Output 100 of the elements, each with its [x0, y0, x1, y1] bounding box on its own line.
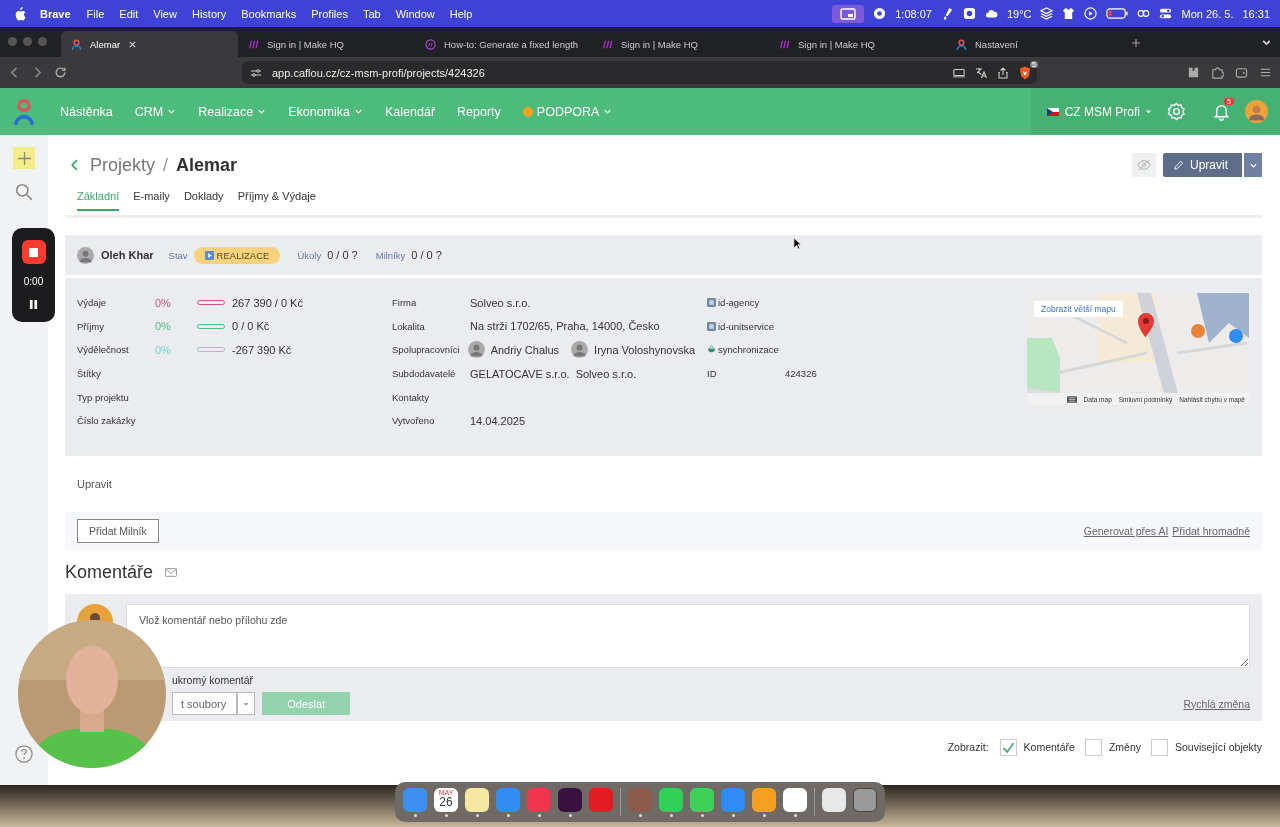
field-value: Solveo s.r.o.: [575, 367, 637, 380]
translate-icon[interactable]: [975, 66, 987, 79]
field-value: GELATOCAVE s.r.o.: [470, 367, 570, 380]
field-value: Solveo s.r.o.: [470, 296, 531, 309]
layers-icon[interactable]: [1040, 7, 1054, 20]
menu-item[interactable]: History: [191, 7, 227, 20]
add-milestone-button[interactable]: Přidat Milník: [77, 519, 159, 543]
tasks-label: Úkoly: [297, 249, 322, 261]
reload-icon[interactable]: [54, 66, 67, 79]
collaborator-name: Iryna Voloshynovska: [594, 344, 695, 356]
checkbox[interactable]: [1151, 738, 1169, 756]
menu-item[interactable]: View: [153, 7, 177, 20]
edit-button[interactable]: Upravit: [1163, 153, 1242, 177]
cast-icon[interactable]: [953, 66, 965, 79]
wallet-icon[interactable]: [1235, 66, 1248, 79]
battery-icon: [1106, 7, 1129, 20]
tab-title: Alemar: [90, 38, 121, 50]
add-button[interactable]: [13, 147, 35, 169]
pause-icon[interactable]: [29, 299, 38, 310]
app-menu[interactable]: Brave: [40, 7, 71, 20]
search-icon[interactable]: [15, 183, 33, 201]
caret-icon: [603, 107, 613, 116]
shield-icon[interactable]: [1019, 65, 1031, 80]
checkbox-label: Komentáře: [1023, 741, 1075, 753]
stop-button[interactable]: [21, 240, 46, 264]
integration-label: synchronizace: [718, 344, 779, 356]
flag-icon: [1046, 107, 1059, 116]
integration-label: id-agency: [718, 297, 760, 309]
menu-item[interactable]: Window: [395, 7, 435, 20]
tasks-count: 0 / 0 ?: [327, 249, 358, 261]
camera-icon[interactable]: [962, 7, 976, 20]
timer-icon[interactable]: [873, 7, 887, 20]
logo-icon: [425, 38, 436, 50]
checkbox[interactable]: [999, 738, 1017, 756]
browser-tab[interactable]: Sign in | Make HQ: [769, 31, 946, 57]
caret-icon: [354, 107, 363, 116]
timer-text: 1:08:07: [895, 7, 932, 20]
larger-map-button[interactable]: Zobrazit větší mapu: [1034, 301, 1123, 317]
menu-item[interactable]: File: [86, 7, 105, 20]
action-link[interactable]: Přidat hromadně: [1172, 525, 1250, 537]
status-badge[interactable]: REALIZACE: [193, 246, 281, 264]
browser-tab[interactable]: Sign in | Make HQ: [238, 31, 415, 57]
close-icon[interactable]: [128, 39, 138, 49]
section-title: Komentáře: [65, 561, 154, 583]
apple-icon[interactable]: [14, 6, 26, 21]
link-icon[interactable]: [1137, 7, 1151, 20]
attach-files-button[interactable]: t soubory: [172, 692, 238, 715]
logo-icon: [779, 38, 790, 50]
amount-value: 267 390 / 0 Kč: [232, 296, 303, 309]
menu-item[interactable]: Help: [449, 7, 473, 20]
site-settings-icon[interactable]: [250, 66, 262, 79]
menu-item[interactable]: Tab: [362, 7, 381, 20]
tab[interactable]: Doklady: [183, 190, 224, 209]
screen-icon[interactable]: [832, 4, 865, 23]
puzzle-icon[interactable]: [1211, 66, 1224, 79]
notification-bell-icon[interactable]: [1212, 102, 1231, 121]
browser-tab[interactable]: Sign in | Make HQ: [592, 31, 769, 57]
new-tab-icon[interactable]: [1131, 38, 1141, 48]
tab[interactable]: Příjmy & Výdaje: [237, 190, 316, 209]
browser-tab[interactable]: Alemar: [61, 31, 238, 57]
field-label: Lokalita: [392, 320, 426, 332]
comment-field[interactable]: Vlož komentář nebo přílohu zde: [126, 604, 1250, 668]
field-label: Číslo zakázky: [77, 415, 137, 427]
browser-tab[interactable]: How-to: Generate a fixed length: [415, 31, 592, 57]
field-label: Příjmy: [77, 320, 105, 332]
field-label: Spolupracovníci: [392, 344, 461, 356]
settings-icon[interactable]: [1167, 102, 1186, 121]
weather-text: 19°C: [1006, 7, 1032, 20]
tab[interactable]: E-maily: [133, 190, 170, 209]
field-label: Štítky: [77, 368, 102, 380]
breadcrumb-link[interactable]: Projekty: [90, 154, 156, 176]
back-icon[interactable]: [70, 158, 79, 172]
clock-text: 16:31: [1242, 7, 1270, 20]
menu-icon[interactable]: [1259, 66, 1272, 79]
envelope-icon[interactable]: [165, 567, 178, 577]
menu-item[interactable]: Bookmarks: [241, 7, 297, 20]
quick-change-link[interactable]: Rychlá změna: [1183, 697, 1250, 710]
action-link[interactable]: Generovat přes AI: [1083, 525, 1169, 537]
logo-icon: [956, 38, 967, 50]
play-icon[interactable]: [1084, 7, 1098, 20]
browser-tab[interactable]: Nastavení: [946, 31, 1123, 57]
status-label: Stav: [168, 249, 188, 261]
share-icon[interactable]: [997, 66, 1009, 79]
user-avatar[interactable]: [1245, 100, 1268, 123]
filter-label: Zobrazit:: [947, 741, 989, 753]
tab-title: How-to: Generate a fixed length: [444, 38, 579, 50]
milestones-count: 0 / 0 ?: [411, 249, 442, 261]
menu-item[interactable]: Edit: [119, 7, 139, 20]
extension-icon[interactable]: [1187, 66, 1200, 79]
user-avatar: [77, 246, 94, 264]
dropdown-button[interactable]: [1244, 153, 1262, 177]
help-icon[interactable]: [15, 745, 33, 763]
private-comment-label: ukromý komentář: [172, 674, 254, 686]
shirt-icon[interactable]: [1062, 7, 1076, 20]
control-center-icon[interactable]: [1159, 7, 1173, 20]
cloud-icon[interactable]: [984, 7, 998, 20]
edit-link[interactable]: Upravit: [77, 478, 112, 490]
checkbox[interactable]: [1084, 738, 1102, 756]
keyboard-icon[interactable]: [1066, 395, 1077, 403]
menu-item[interactable]: Profiles: [311, 7, 348, 20]
